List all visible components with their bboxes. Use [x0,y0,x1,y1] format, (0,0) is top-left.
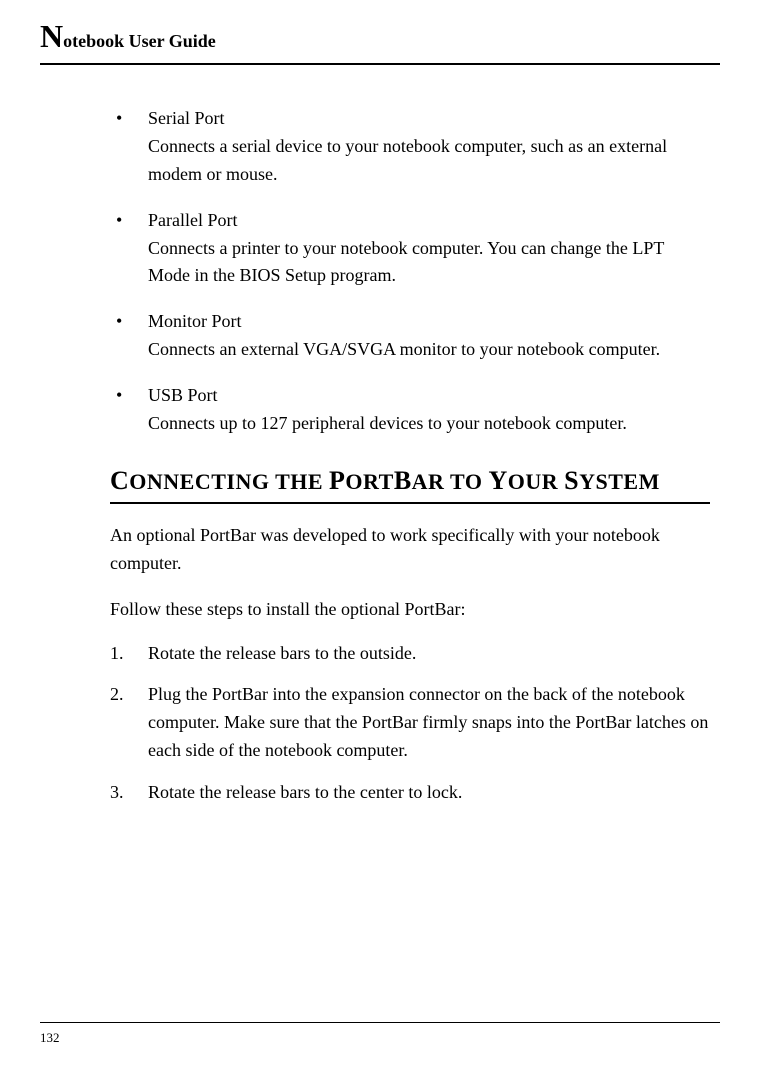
heading-part: Y [488,466,507,495]
step-text: Rotate the release bars to the center to… [148,782,462,802]
page-header: Notebook User Guide [40,0,720,65]
heading-part: ORT [345,469,393,494]
step-text: Plug the PortBar into the expansion conn… [148,684,708,760]
port-bullet-list: Serial Port Connects a serial device to … [110,105,710,438]
header-title: Notebook User Guide [40,31,216,51]
heading-part: B [394,466,412,495]
follow-paragraph: Follow these steps to install the option… [110,596,710,624]
heading-part: S [564,466,579,495]
bullet-title: USB Port [148,382,710,410]
bullet-title: Parallel Port [148,207,710,235]
heading-part: P [329,466,345,495]
section-heading-wrap: CONNECTING THE PORTBAR TO YOUR SYSTEM [110,466,710,504]
bullet-title: Monitor Port [148,308,710,336]
list-item: 2. Plug the PortBar into the expansion c… [110,681,710,765]
section-heading: CONNECTING THE PORTBAR TO YOUR SYSTEM [110,469,660,494]
step-text: Rotate the release bars to the outside. [148,643,416,663]
heading-part: ONNECTING THE [129,469,329,494]
intro-paragraph: An optional PortBar was developed to wor… [110,522,710,578]
list-item: USB Port Connects up to 127 peripheral d… [110,382,710,438]
heading-part: OUR [508,469,564,494]
bullet-desc: Connects up to 127 peripheral devices to… [148,413,627,433]
heading-part: AR TO [412,469,489,494]
bullet-title: Serial Port [148,105,710,133]
header-title-rest: otebook User Guide [63,31,216,51]
page-content: Serial Port Connects a serial device to … [40,65,720,807]
bullet-desc: Connects a serial device to your noteboo… [148,136,667,184]
list-item: 3. Rotate the release bars to the center… [110,779,710,807]
heading-part: YSTEM [579,469,660,494]
bullet-desc: Connects an external VGA/SVGA monitor to… [148,339,660,359]
step-number: 3. [110,779,124,807]
list-item: Serial Port Connects a serial device to … [110,105,710,189]
install-steps-list: 1. Rotate the release bars to the outsid… [110,640,710,807]
step-number: 1. [110,640,124,668]
list-item: Parallel Port Connects a printer to your… [110,207,710,291]
bullet-desc: Connects a printer to your notebook comp… [148,238,664,286]
page-number: 132 [40,1030,60,1045]
list-item: 1. Rotate the release bars to the outsid… [110,640,710,668]
header-dropcap: N [40,18,63,54]
list-item: Monitor Port Connects an external VGA/SV… [110,308,710,364]
heading-part: C [110,466,129,495]
step-number: 2. [110,681,124,709]
page-footer: 132 [40,1022,720,1047]
